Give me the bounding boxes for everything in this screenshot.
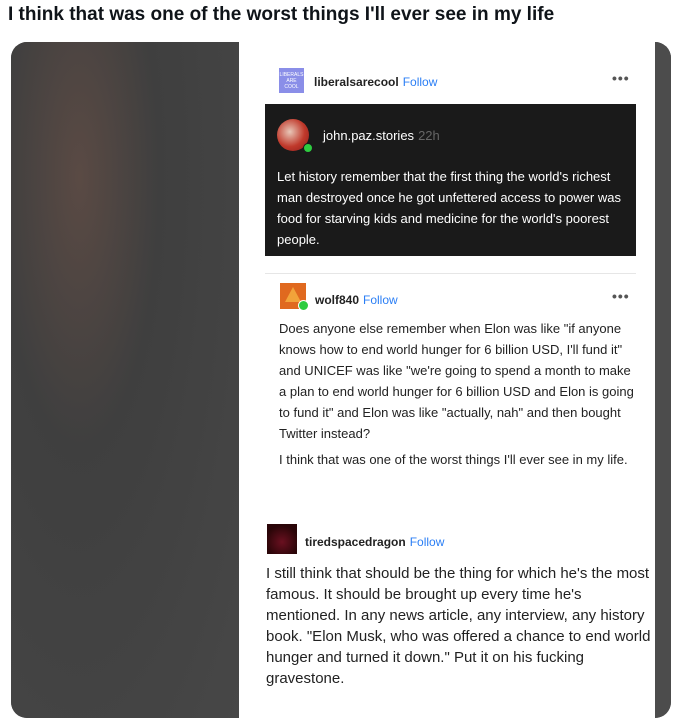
post-author[interactable]: liberalsarecool [314, 75, 399, 89]
ellipsis-icon[interactable]: ••• [612, 70, 630, 86]
reblog-text: Let history remember that the first thin… [277, 169, 621, 247]
reblog-header: john.paz.stories 22h [323, 128, 440, 143]
blurred-background-right [655, 42, 671, 718]
follow-button[interactable]: Follow [410, 535, 445, 549]
reblog-author[interactable]: wolf840 [315, 293, 359, 307]
reblog-author[interactable]: tiredspacedragon [305, 535, 406, 549]
follow-button[interactable]: Follow [363, 293, 398, 307]
divider [265, 273, 636, 274]
tumblr-post-screenshot: LIBERALS ARE COOL liberalsarecool Follow … [239, 42, 655, 718]
follow-button[interactable]: Follow [403, 75, 438, 89]
tiredspacedragon-avatar [267, 524, 297, 554]
online-indicator-icon [298, 300, 309, 311]
reblog-paragraph: I think that was one of the worst things… [279, 452, 628, 467]
blurred-background-left [11, 42, 239, 718]
triangle-icon [285, 287, 301, 302]
reblog-text: I still think that should be the thing f… [266, 565, 651, 687]
liberalsarecool-avatar: LIBERALS ARE COOL [279, 68, 304, 93]
wolf840-avatar [280, 283, 309, 311]
reblog-author[interactable]: john.paz.stories [323, 128, 414, 143]
tweet-image[interactable]: LIBERALS ARE COOL liberalsarecool Follow … [11, 42, 671, 718]
tweet-text: I think that was one of the worst things… [8, 4, 555, 25]
reblog-timestamp: 22h [418, 128, 440, 143]
reblog-paragraph: Does anyone else remember when Elon was … [279, 321, 634, 441]
ellipsis-icon[interactable]: ••• [612, 288, 630, 304]
online-indicator-icon [303, 143, 313, 153]
avatar-logo-text: LIBERALS ARE COOL [279, 72, 304, 90]
reblog-header: tiredspacedragon Follow [305, 533, 444, 551]
reblog-header: wolf840 Follow [315, 291, 398, 309]
post-header: liberalsarecool Follow [314, 73, 437, 91]
reblog-john-paz-stories: john.paz.stories 22h Let history remember… [265, 104, 636, 256]
